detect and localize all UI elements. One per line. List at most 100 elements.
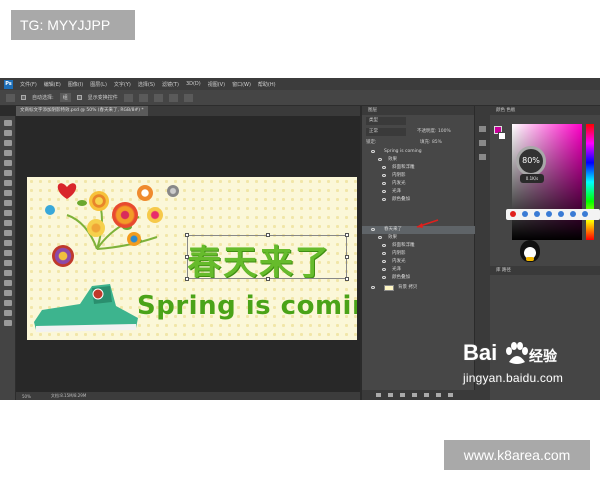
align-icon[interactable] (123, 93, 133, 102)
menu-item-type[interactable]: 文字(Y) (114, 81, 131, 88)
menu-item-select[interactable]: 选择(S) (138, 81, 155, 88)
opacity-field[interactable]: 不透明度: 100% (417, 128, 451, 134)
layer-effect-row[interactable]: 效果 (362, 156, 475, 164)
eye-icon[interactable] (382, 198, 386, 201)
eraser-tool-icon[interactable] (4, 220, 12, 226)
quick-select-tool-icon[interactable] (4, 150, 12, 156)
color-panel-tabs[interactable]: 颜色 色板 (490, 106, 600, 115)
auto-select-checkbox[interactable] (21, 95, 26, 100)
move-tool-icon[interactable] (4, 120, 12, 126)
sogou-icon[interactable] (510, 211, 516, 217)
eye-icon[interactable] (382, 260, 386, 263)
menu-item-image[interactable]: 图像(I) (68, 81, 83, 88)
background-color-chip[interactable] (498, 132, 506, 140)
layer-kind-filter[interactable]: 类型 (366, 117, 406, 125)
eye-icon[interactable] (382, 190, 386, 193)
eye-icon[interactable] (371, 150, 375, 153)
zoom-tool-icon[interactable] (4, 310, 12, 316)
emoji-icon[interactable] (534, 211, 540, 217)
pen-tool-icon[interactable] (4, 260, 12, 266)
menu-item-view[interactable]: 视图(V) (208, 81, 225, 88)
keyboard-icon[interactable] (558, 211, 564, 217)
layer-effect-row[interactable]: 内发光 (362, 180, 475, 188)
path-select-tool-icon[interactable] (4, 280, 12, 286)
layer-effect-row[interactable]: 颜色叠加 (362, 274, 475, 282)
align-icon[interactable] (153, 93, 163, 102)
zoom-level[interactable]: 50% (22, 394, 31, 399)
menu-item-help[interactable]: 帮助(H) (258, 81, 276, 88)
menu-item-layer[interactable]: 图层(L) (90, 81, 107, 88)
layer-row-image[interactable]: 背景 拷贝 (362, 284, 475, 292)
layer-effect-row[interactable]: 内阴影 (362, 172, 475, 180)
marquee-tool-icon[interactable] (4, 130, 12, 136)
eye-icon[interactable] (378, 158, 382, 161)
eyedropper-tool-icon[interactable] (4, 170, 12, 176)
transform-handle[interactable] (345, 233, 349, 237)
transform-bounding-box[interactable] (185, 233, 349, 281)
input-icon[interactable] (522, 211, 528, 217)
history-panel-icon[interactable] (479, 126, 486, 132)
transform-handle[interactable] (185, 255, 189, 259)
eye-icon[interactable] (382, 166, 386, 169)
type-tool-icon[interactable] (4, 270, 12, 276)
properties-panel-icon[interactable] (479, 140, 486, 146)
lasso-tool-icon[interactable] (4, 140, 12, 146)
history-brush-tool-icon[interactable] (4, 210, 12, 216)
layer-effect-row[interactable]: 效果 (362, 234, 475, 242)
mask-icon[interactable] (400, 393, 405, 397)
eye-icon[interactable] (382, 268, 386, 271)
transform-handle[interactable] (266, 277, 270, 281)
layer-effect-row[interactable]: 斜面和浮雕 (362, 242, 475, 250)
hue-slider[interactable] (586, 124, 594, 240)
brush-tool-icon[interactable] (4, 190, 12, 196)
layer-effect-row[interactable]: 内阴影 (362, 250, 475, 258)
distribute-icon[interactable] (168, 93, 178, 102)
layer-effect-row[interactable]: 光泽 (362, 188, 475, 196)
transform-handle[interactable] (185, 277, 189, 281)
transform-handle[interactable] (185, 233, 189, 237)
fill-field[interactable]: 填充: 85% (420, 139, 442, 145)
document-tab[interactable]: 文商标文字添加阴影特效.psd @ 50% (春天来了, RGB/8#) * (16, 106, 148, 116)
canvas-title-english[interactable]: Spring is coming (137, 291, 357, 321)
eye-icon[interactable] (382, 244, 386, 247)
eye-icon[interactable] (378, 236, 382, 239)
fx-icon[interactable] (388, 393, 393, 397)
clone-stamp-tool-icon[interactable] (4, 200, 12, 206)
adjustment-layer-icon[interactable] (412, 393, 417, 397)
layer-effect-row[interactable]: 颜色叠加 (362, 196, 475, 204)
eye-icon[interactable] (371, 286, 375, 289)
transform-handle[interactable] (266, 233, 270, 237)
new-layer-icon[interactable] (436, 393, 441, 397)
document-canvas[interactable]: 春天来了 Spring is coming (27, 177, 357, 340)
shape-tool-icon[interactable] (4, 290, 12, 296)
layers-panel-tab[interactable]: 图层 (362, 106, 474, 115)
menu-item-window[interactable]: 窗口(W) (232, 81, 251, 88)
library-panel-tabs[interactable]: 库 路径 (490, 266, 600, 275)
menu-item-3d[interactable]: 3D(D) (186, 81, 201, 87)
hand-tool-icon[interactable] (4, 300, 12, 306)
menu-item-file[interactable]: 文件(F) (20, 81, 37, 88)
layer-effect-row[interactable]: 光泽 (362, 266, 475, 274)
menu-item-filter[interactable]: 滤镜(T) (162, 81, 179, 88)
blend-mode-dropdown[interactable]: 正常 (366, 128, 406, 136)
auto-select-dropdown[interactable]: 组 (59, 93, 71, 102)
transform-handle[interactable] (345, 255, 349, 259)
blur-tool-icon[interactable] (4, 240, 12, 246)
new-group-icon[interactable] (424, 393, 429, 397)
healing-brush-tool-icon[interactable] (4, 180, 12, 186)
layer-effect-row[interactable]: 斜面和浮雕 (362, 164, 475, 172)
move-tool-icon[interactable] (6, 93, 15, 102)
layer-effect-row[interactable]: 内发光 (362, 258, 475, 266)
skin-icon[interactable] (570, 211, 576, 217)
adjustments-panel-icon[interactable] (479, 154, 486, 160)
qq-penguin-icon[interactable] (520, 240, 540, 262)
transform-handle[interactable] (345, 277, 349, 281)
more-tools-icon[interactable] (4, 320, 12, 326)
eye-icon[interactable] (382, 252, 386, 255)
show-transform-checkbox[interactable] (76, 95, 82, 100)
toolbox-icon[interactable] (582, 211, 588, 217)
eye-icon[interactable] (382, 174, 386, 177)
menu-item-edit[interactable]: 编辑(E) (44, 81, 61, 88)
distribute-icon[interactable] (183, 93, 193, 102)
dodge-tool-icon[interactable] (4, 250, 12, 256)
